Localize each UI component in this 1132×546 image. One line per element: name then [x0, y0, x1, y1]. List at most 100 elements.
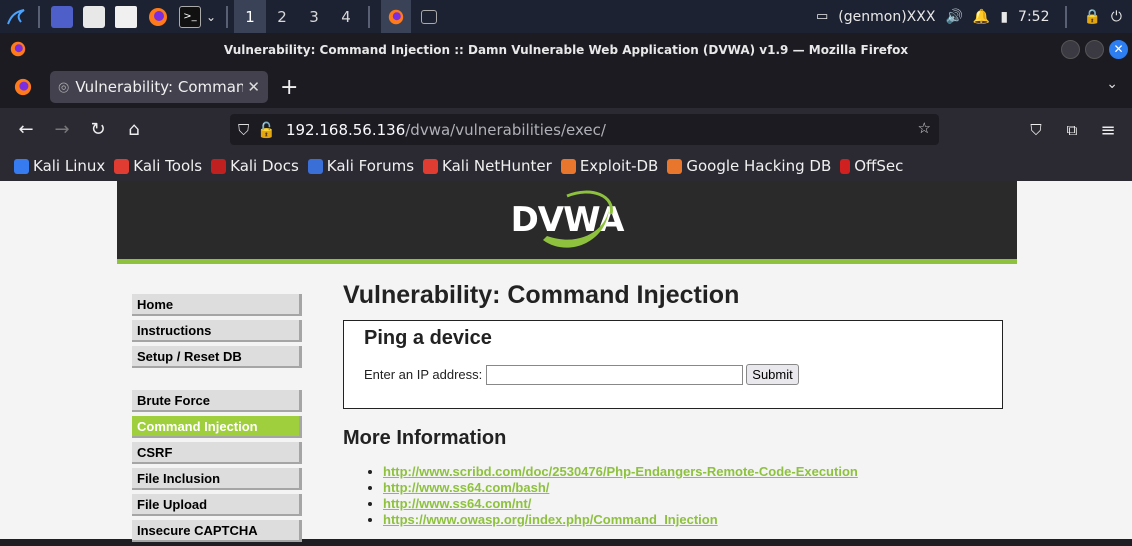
ping-form-box: Ping a device Enter an IP address: Submi… [343, 320, 1003, 409]
extensions-icon[interactable]: ⧉ [1054, 112, 1090, 148]
bookmark-google-hacking-db[interactable]: Google Hacking DB [667, 157, 831, 175]
bookmark-exploit-db[interactable]: Exploit-DB [560, 157, 658, 175]
menu-gap [132, 372, 302, 390]
link-owasp[interactable]: https://www.owasp.org/index.php/Command_… [383, 512, 718, 527]
url-host: 192.168.56.136 [285, 120, 406, 139]
list-item: https://www.owasp.org/index.php/Command_… [383, 512, 1003, 527]
google-hacking-db-icon [667, 158, 683, 174]
workspace-4[interactable]: 4 [330, 0, 362, 33]
offsec-icon [840, 158, 851, 174]
kali-forums-icon [307, 158, 323, 174]
kali-linux-icon [14, 158, 29, 174]
genmon-text[interactable]: (genmon)XXX [838, 9, 935, 25]
url-bar[interactable]: ⛉ 🔓 192.168.56.136/dvwa/vulnerabilities/… [230, 114, 939, 145]
tab-label: Vulnerability: Command In [75, 78, 244, 96]
taskbar-separator [368, 5, 371, 28]
maximize-button[interactable] [1085, 40, 1104, 59]
dvwa-page: DVWA Home Instructions Setup / Reset DB … [117, 181, 1017, 542]
bookmark-kali-docs[interactable]: Kali Docs [211, 157, 299, 175]
lock-icon[interactable]: 🔒 [1083, 9, 1100, 25]
taskbar-separator [1065, 5, 1068, 28]
workspace-1[interactable]: 1 [234, 0, 267, 33]
ip-address-input[interactable] [486, 364, 744, 385]
list-item: http://www.ss64.com/bash/ [383, 480, 1003, 495]
menu-item-command-injection[interactable]: Command Injection [132, 416, 302, 438]
taskbar-separator [38, 5, 40, 28]
window-titlebar: Vulnerability: Command Injection :: Damn… [0, 33, 1132, 66]
file-manager-icon[interactable] [83, 5, 105, 28]
workspace-3[interactable]: 3 [298, 0, 330, 33]
link-ss64-bash[interactable]: http://www.ss64.com/bash/ [383, 480, 549, 495]
menu-item-brute-force[interactable]: Brute Force [132, 390, 302, 412]
list-item: http://www.scribd.com/doc/2530476/Php-En… [383, 464, 1003, 479]
minimize-button[interactable] [1061, 40, 1080, 59]
submit-button[interactable]: Submit [746, 364, 799, 385]
volume-icon[interactable]: 🔊 [945, 9, 962, 25]
shield-icon[interactable]: ⛉ [238, 121, 249, 139]
bookmark-offsec[interactable]: OffSec [840, 157, 903, 175]
terminal-window-button[interactable] [421, 9, 438, 24]
bookmark-kali-forums[interactable]: Kali Forums [307, 157, 414, 175]
firefox-window-button[interactable] [381, 0, 412, 33]
new-tab-button[interactable]: + [280, 75, 298, 100]
bookmark-kali-tools[interactable]: Kali Tools [114, 157, 202, 175]
list-item: http://www.ss64.com/nt/ [383, 496, 1003, 511]
form-title: Ping a device [364, 327, 492, 349]
clock[interactable]: 7:52 [1018, 9, 1049, 25]
page-viewport: DVWA Home Instructions Setup / Reset DB … [0, 181, 1132, 542]
bookmark-kali-linux[interactable]: Kali Linux [14, 157, 105, 175]
reload-button[interactable]: ↻ [80, 112, 116, 148]
link-scribd[interactable]: http://www.scribd.com/doc/2530476/Php-En… [383, 464, 858, 479]
lock-insecure-icon[interactable]: 🔓 [257, 121, 276, 139]
system-tray: ▭ (genmon)XXX 🔊 🔔 ▮ 7:52 🔒 ⏻ [816, 0, 1132, 33]
bookmarks-toolbar: Kali Linux Kali Tools Kali Docs Kali For… [0, 151, 1132, 181]
ip-form-row: Enter an IP address: Submit [364, 364, 982, 385]
firefox-launcher-icon[interactable] [147, 6, 169, 28]
firefox-view-icon[interactable] [14, 78, 32, 100]
power-icon[interactable]: ⏻ [1111, 9, 1122, 25]
menu-item-instructions[interactable]: Instructions [132, 320, 302, 342]
logo-swoosh-icon [542, 190, 613, 248]
kali-nethunter-icon [423, 158, 439, 174]
tab-favicon-icon: ◎ [58, 79, 70, 95]
back-button[interactable]: ← [8, 112, 44, 148]
chevron-down-icon[interactable]: ⌄ [1106, 76, 1118, 92]
menu-item-setup[interactable]: Setup / Reset DB [132, 346, 302, 368]
chevron-down-icon[interactable]: ⌄ [206, 10, 216, 24]
menu-item-home[interactable]: Home [132, 294, 302, 316]
menu-icon[interactable]: ≡ [1090, 112, 1126, 148]
close-icon[interactable]: ✕ [247, 78, 260, 96]
menu-item-file-inclusion[interactable]: File Inclusion [132, 468, 302, 490]
window-controls: ✕ [1061, 40, 1128, 59]
notification-bell-icon[interactable]: 🔔 [973, 9, 990, 25]
toolbar-right: ⛉ ⧉ ≡ [1018, 112, 1126, 148]
home-button[interactable]: ⌂ [116, 112, 152, 148]
terminal-launcher-icon[interactable]: >_ [179, 5, 201, 28]
firefox-icon [10, 41, 26, 60]
text-editor-icon[interactable] [115, 5, 137, 28]
bookmark-star-icon[interactable]: ☆ [918, 119, 931, 137]
tab-bar: ◎ Vulnerability: Command In ✕ + ⌄ [0, 66, 1132, 108]
dvwa-main-body: Vulnerability: Command Injection Ping a … [343, 281, 1003, 528]
bookmark-kali-nethunter[interactable]: Kali NetHunter [423, 157, 552, 175]
workspace-2[interactable]: 2 [266, 0, 298, 33]
more-info-links: http://www.scribd.com/doc/2530476/Php-En… [383, 464, 1003, 527]
kali-docs-icon [211, 158, 227, 174]
navigation-toolbar: ← → ↻ ⌂ ⛉ 🔓 192.168.56.136/dvwa/vulnerab… [0, 108, 1132, 151]
kali-menu-icon[interactable] [5, 6, 27, 28]
genmon-icon: ▭ [815, 9, 829, 24]
url-path: /dvwa/vulnerabilities/exec/ [405, 120, 606, 139]
pocket-icon[interactable]: ⛉ [1018, 112, 1054, 148]
menu-item-csrf[interactable]: CSRF [132, 442, 302, 464]
show-desktop-icon[interactable] [51, 5, 73, 28]
window-title: Vulnerability: Command Injection :: Damn… [223, 42, 909, 57]
dvwa-logo: DVWA [511, 190, 624, 248]
forward-button[interactable]: → [44, 112, 80, 148]
tab-dvwa[interactable]: ◎ Vulnerability: Command In ✕ [50, 71, 268, 103]
taskbar-separator [226, 5, 229, 28]
close-window-button[interactable]: ✕ [1109, 40, 1128, 59]
page-title: Vulnerability: Command Injection [343, 281, 740, 309]
battery-icon[interactable]: ▮ [1000, 9, 1008, 25]
link-ss64-nt[interactable]: http://www.ss64.com/nt/ [383, 496, 531, 511]
menu-item-file-upload[interactable]: File Upload [132, 494, 302, 516]
